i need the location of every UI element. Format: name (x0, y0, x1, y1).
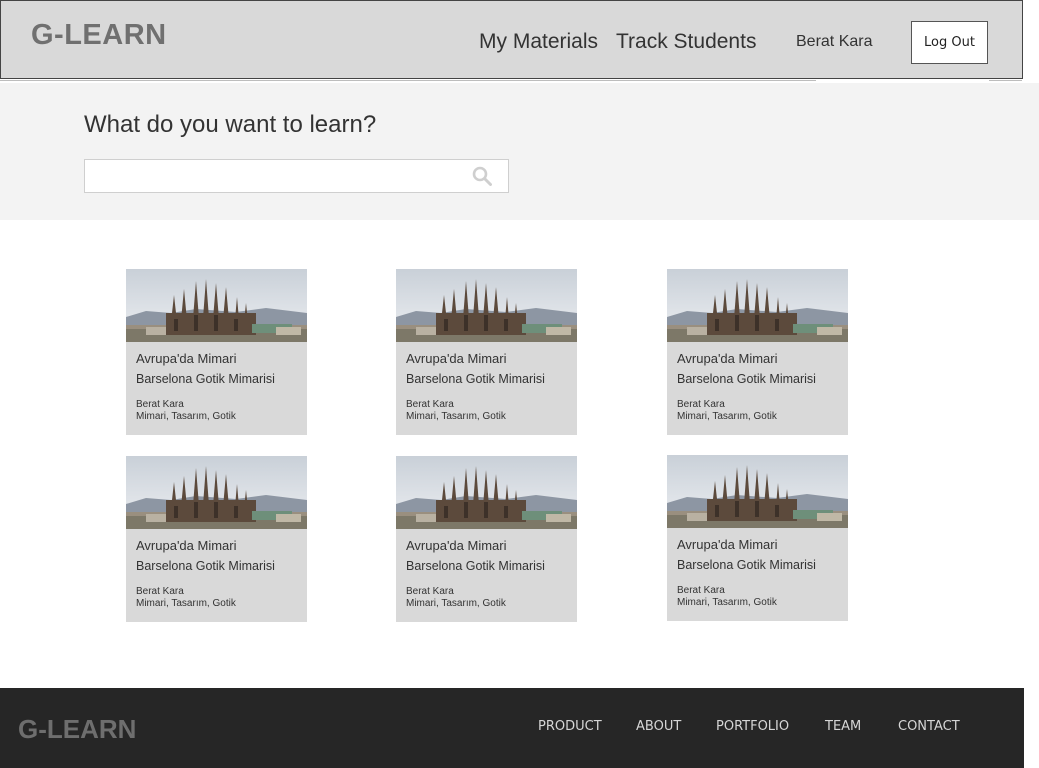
course-author: Berat Kara (136, 399, 184, 410)
header-divider (989, 80, 1022, 81)
course-thumbnail (126, 269, 307, 342)
course-subtitle: Barselona Gotik Mimarisi (406, 559, 545, 573)
search-section: What do you want to learn? (0, 83, 1039, 220)
course-tags: Mimari, Tasarım, Gotik (136, 598, 236, 609)
course-title: Avrupa'da Mimari (136, 538, 237, 553)
course-tags: Mimari, Tasarım, Gotik (406, 598, 506, 609)
search-icon[interactable] (472, 166, 492, 186)
course-subtitle: Barselona Gotik Mimarisi (136, 372, 275, 386)
course-author: Berat Kara (677, 399, 725, 410)
search-heading: What do you want to learn? (84, 111, 377, 138)
course-card[interactable]: Avrupa'da Mimari Barselona Gotik Mimaris… (667, 269, 848, 435)
footer-link-portfolio[interactable]: PORTFOLIO (716, 719, 789, 734)
course-title: Avrupa'da Mimari (406, 538, 507, 553)
course-subtitle: Barselona Gotik Mimarisi (677, 372, 816, 386)
course-author: Berat Kara (406, 399, 454, 410)
footer-link-contact[interactable]: CONTACT (898, 719, 960, 734)
course-tags: Mimari, Tasarım, Gotik (136, 411, 236, 422)
site-logo[interactable]: G-LEARN (31, 19, 167, 52)
course-card[interactable]: Avrupa'da Mimari Barselona Gotik Mimaris… (396, 269, 577, 435)
course-card[interactable]: Avrupa'da Mimari Barselona Gotik Mimaris… (667, 455, 848, 621)
course-card[interactable]: Avrupa'da Mimari Barselona Gotik Mimaris… (126, 269, 307, 435)
footer-link-about[interactable]: ABOUT (636, 719, 681, 734)
course-author: Berat Kara (406, 586, 454, 597)
course-thumbnail (396, 456, 577, 529)
course-thumbnail (126, 456, 307, 529)
user-name[interactable]: Berat Kara (796, 33, 872, 51)
course-author: Berat Kara (136, 586, 184, 597)
course-title: Avrupa'da Mimari (677, 537, 778, 552)
course-tags: Mimari, Tasarım, Gotik (406, 411, 506, 422)
course-thumbnail (667, 269, 848, 342)
course-author: Berat Kara (677, 585, 725, 596)
course-title: Avrupa'da Mimari (677, 351, 778, 366)
course-title: Avrupa'da Mimari (136, 351, 237, 366)
course-title: Avrupa'da Mimari (406, 351, 507, 366)
course-subtitle: Barselona Gotik Mimarisi (677, 558, 816, 572)
nav-my-materials[interactable]: My Materials (479, 30, 598, 54)
course-tags: Mimari, Tasarım, Gotik (677, 411, 777, 422)
footer-link-product[interactable]: PRODUCT (538, 719, 602, 734)
search-input[interactable] (84, 159, 509, 193)
course-subtitle: Barselona Gotik Mimarisi (406, 372, 545, 386)
course-thumbnail (667, 455, 848, 528)
course-tags: Mimari, Tasarım, Gotik (677, 597, 777, 608)
footer-link-team[interactable]: TEAM (825, 719, 861, 734)
logout-button[interactable]: Log Out (911, 21, 988, 64)
site-footer: G-LEARN PRODUCT ABOUT PORTFOLIO TEAM CON… (0, 688, 1024, 768)
course-thumbnail (396, 269, 577, 342)
course-card[interactable]: Avrupa'da Mimari Barselona Gotik Mimaris… (126, 456, 307, 622)
course-card[interactable]: Avrupa'da Mimari Barselona Gotik Mimaris… (396, 456, 577, 622)
footer-logo[interactable]: G-LEARN (18, 714, 136, 745)
course-subtitle: Barselona Gotik Mimarisi (136, 559, 275, 573)
nav-track-students[interactable]: Track Students (616, 30, 756, 54)
top-header: G-LEARN My Materials Track Students Bera… (0, 0, 1023, 79)
header-divider (0, 80, 816, 81)
